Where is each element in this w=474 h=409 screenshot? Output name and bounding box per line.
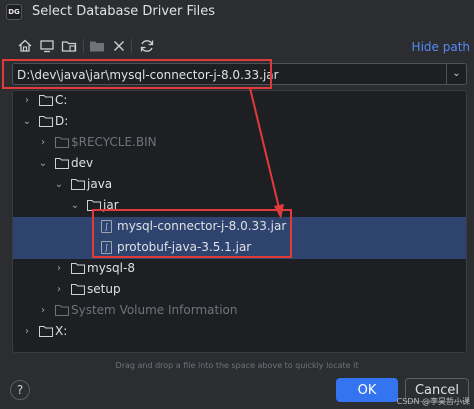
hide-path-link[interactable]: Hide path — [412, 40, 470, 54]
tree-node-java[interactable]: ⌄ java — [13, 175, 466, 196]
folder-icon — [55, 158, 69, 169]
desktop-icon[interactable] — [37, 36, 57, 56]
tree-node-recycle-bin[interactable]: › $RECYCLE.BIN — [13, 133, 466, 154]
path-annotation-box — [2, 59, 272, 89]
tree-node-label: X: — [55, 324, 68, 338]
tree-node-label: dev — [71, 156, 94, 170]
chevron-down-icon[interactable]: ⌄ — [21, 115, 33, 129]
tree-node-label: $RECYCLE.BIN — [71, 135, 157, 149]
jar-files-annotation-box — [92, 209, 292, 258]
tree-node-d-drive[interactable]: ⌄ D: — [13, 112, 466, 133]
chevron-down-icon[interactable]: ⌄ — [69, 199, 81, 213]
delete-icon[interactable] — [109, 36, 129, 56]
chevron-down-icon: ⌄ — [452, 68, 461, 79]
folder-icon — [55, 137, 69, 148]
chevron-down-icon[interactable]: ⌄ — [37, 157, 49, 171]
watermark: CSDN @李昊哲小课 — [396, 397, 470, 406]
tree-node-mysql-8[interactable]: › mysql-8 — [13, 259, 466, 280]
folder-icon — [39, 116, 53, 127]
chevron-right-icon[interactable]: › — [21, 325, 33, 339]
refresh-icon[interactable] — [137, 36, 157, 56]
folder-icon — [71, 284, 85, 295]
folder-icon — [39, 95, 53, 106]
tree-node-label: System Volume Information — [71, 303, 238, 317]
tree-node-label: java — [87, 177, 113, 191]
datagrip-app-icon: DG — [6, 4, 22, 20]
toolbar — [0, 36, 474, 58]
chevron-right-icon[interactable]: › — [37, 136, 49, 150]
help-button[interactable]: ? — [10, 380, 30, 400]
window-title: Select Database Driver Files — [32, 4, 216, 19]
chevron-down-icon[interactable]: ⌄ — [53, 178, 65, 192]
toolbar-separator — [83, 39, 84, 53]
chevron-right-icon[interactable]: › — [53, 283, 65, 297]
project-folder-icon[interactable] — [59, 36, 79, 56]
folder-icon — [71, 179, 85, 190]
tree-node-label: mysql-8 — [87, 261, 135, 275]
chevron-right-icon[interactable]: › — [37, 304, 49, 318]
toolbar-separator — [131, 39, 132, 53]
tree-node-label: D: — [55, 114, 69, 128]
drag-drop-hint: Drag and drop a file into the space abov… — [115, 361, 359, 370]
path-history-dropdown[interactable]: ⌄ — [446, 64, 466, 84]
tree-node-setup[interactable]: › setup — [13, 280, 466, 301]
tree-node-system-volume[interactable]: › System Volume Information — [13, 301, 466, 322]
title-bar: DG Select Database Driver Files — [0, 0, 474, 24]
tree-node-x-drive[interactable]: › X: — [13, 322, 466, 343]
tree-node-c-drive[interactable]: › C: — [13, 91, 466, 112]
tree-node-label: C: — [55, 93, 68, 107]
chevron-right-icon[interactable]: › — [21, 94, 33, 108]
new-folder-icon[interactable] — [87, 36, 107, 56]
ok-button[interactable]: OK — [336, 378, 398, 402]
tree-node-label: setup — [87, 282, 121, 296]
folder-icon — [39, 326, 53, 337]
home-icon[interactable] — [15, 36, 35, 56]
folder-icon — [71, 263, 85, 274]
folder-icon — [55, 305, 69, 316]
chevron-right-icon[interactable]: › — [53, 262, 65, 276]
tree-node-dev[interactable]: ⌄ dev — [13, 154, 466, 175]
